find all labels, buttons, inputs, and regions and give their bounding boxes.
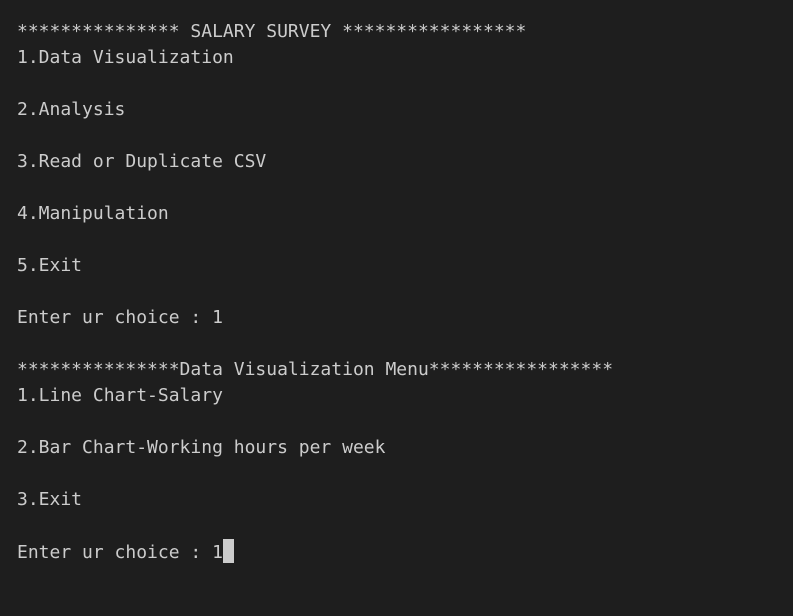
sub-choice-prompt: Enter ur choice :	[17, 542, 213, 563]
sub-menu-item-bar-chart: 2.Bar Chart-Working hours per week	[17, 437, 386, 458]
main-choice-value: 1	[212, 307, 223, 328]
sub-menu-header: ***************Data Visualization Menu**…	[17, 359, 614, 380]
main-choice-prompt: Enter ur choice :	[17, 307, 213, 328]
sub-menu-item-line-chart: 1.Line Chart-Salary	[17, 385, 223, 406]
main-menu-item-manipulation: 4.Manipulation	[17, 203, 169, 224]
sub-choice-line[interactable]: Enter ur choice : 1	[17, 539, 793, 565]
sub-menu-item-exit: 3.Exit	[17, 489, 83, 510]
main-menu-item-exit: 5.Exit	[17, 255, 83, 276]
sub-choice-input[interactable]: 1	[212, 542, 223, 563]
text-cursor	[222, 539, 234, 563]
main-menu-header: *************** SALARY SURVEY **********…	[17, 21, 527, 42]
main-menu-item-data-visualization: 1.Data Visualization	[17, 47, 234, 68]
main-menu-item-read-csv: 3.Read or Duplicate CSV	[17, 151, 267, 172]
main-menu-item-analysis: 2.Analysis	[17, 99, 126, 120]
terminal-window[interactable]: *************** SALARY SURVEY **********…	[0, 0, 793, 616]
main-choice-line: Enter ur choice : 1	[17, 305, 793, 331]
